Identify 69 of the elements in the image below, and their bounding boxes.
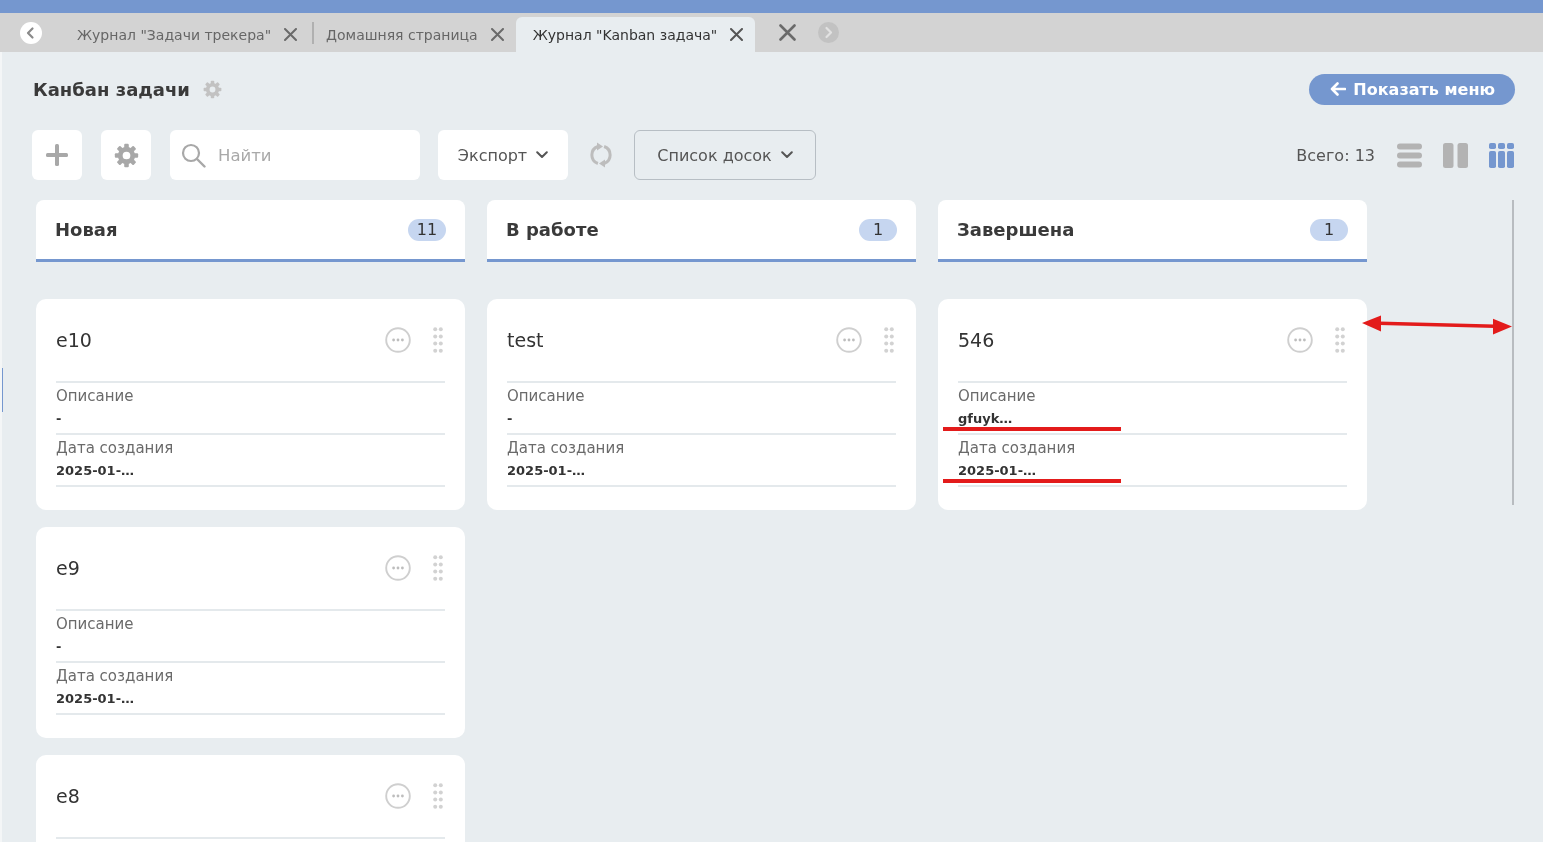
more-options-icon[interactable] [385,327,411,353]
task-card[interactable]: e9 Описание - Дата создания 2025-01-… [36,527,465,738]
search-field[interactable]: Найти [170,130,420,180]
close-icon[interactable] [284,28,298,41]
count-badge: 1 [1310,218,1348,241]
field-value: 2025-01-… [958,462,1038,480]
field-value: - [56,410,63,428]
field-value: 2025-01-… [56,690,136,708]
field-label: Описание [958,386,1037,406]
add-button[interactable] [32,130,82,180]
drag-handle-icon[interactable] [433,782,443,810]
card-title: 546 [958,329,996,351]
export-button[interactable]: Экспорт [438,130,568,180]
chevron-down-icon [536,151,549,159]
close-icon[interactable] [779,24,797,41]
field-label: Дата создания [56,438,175,458]
chevron-left-icon[interactable] [20,21,42,44]
settings-icon[interactable] [203,79,222,99]
settings-button[interactable] [101,130,151,180]
field-label: Описание [56,614,135,634]
more-options-icon[interactable] [1287,327,1313,353]
columns-view-icon[interactable] [1443,142,1468,168]
chevron-right-icon[interactable] [818,22,840,43]
refresh-icon[interactable] [588,142,614,168]
more-options-icon[interactable] [385,555,411,581]
count-badge: 1 [859,218,897,241]
more-options-icon[interactable] [836,327,862,353]
field-label: Дата создания [56,666,175,686]
field-value: - [507,410,514,428]
field-value: 2025-01-… [56,462,136,480]
field-label: Дата создания [507,438,626,458]
count-badge: 11 [408,218,446,241]
plus-icon [46,144,68,166]
chevron-down-icon [780,151,793,159]
column-title: Завершена [957,219,1075,240]
settings-icon [113,142,139,168]
field-value: gfuyk… [958,410,1014,428]
tab[interactable]: Домашняя страница [309,17,516,52]
list-view-icon[interactable] [1397,142,1422,168]
tab[interactable]: Журнал "Задачи трекера" [60,17,310,52]
drag-handle-icon[interactable] [433,326,443,354]
total-count: Всего: 13 [1296,145,1375,165]
page-title: Канбан задачи [33,78,190,100]
field-label: Описание [507,386,586,406]
field-label: Дата создания [958,438,1077,458]
search-icon [181,142,206,168]
close-icon[interactable] [730,28,744,41]
field-value: - [56,638,63,656]
task-card[interactable]: e10 Описание - Дата создания 2025-01-… [36,299,465,510]
column-title: В работе [506,219,599,240]
field-value: 2025-01-… [507,462,587,480]
close-icon[interactable] [490,28,504,41]
task-card[interactable]: 546 Описание gfuyk… Дата создания 2025-01-… [938,299,1367,510]
task-card[interactable]: e8 [36,755,465,842]
more-options-icon[interactable] [385,783,411,809]
boards-button[interactable]: Список досок [634,130,816,180]
column-title: Новая [55,219,118,240]
kanban-view-icon[interactable] [1489,142,1514,168]
drag-handle-icon[interactable] [884,326,894,354]
card-title: test [507,329,545,351]
card-title: e9 [56,557,81,579]
card-title: e8 [56,785,81,807]
card-title: e10 [56,329,93,351]
task-card[interactable]: test Описание - Дата создания 2025-01-… [487,299,916,510]
field-label: Описание [56,386,135,406]
drag-handle-icon[interactable] [1335,326,1345,354]
arrow-left-icon [1330,82,1347,96]
tab[interactable]: Журнал "Kanban задача" [515,17,756,52]
drag-handle-icon[interactable] [433,554,443,582]
